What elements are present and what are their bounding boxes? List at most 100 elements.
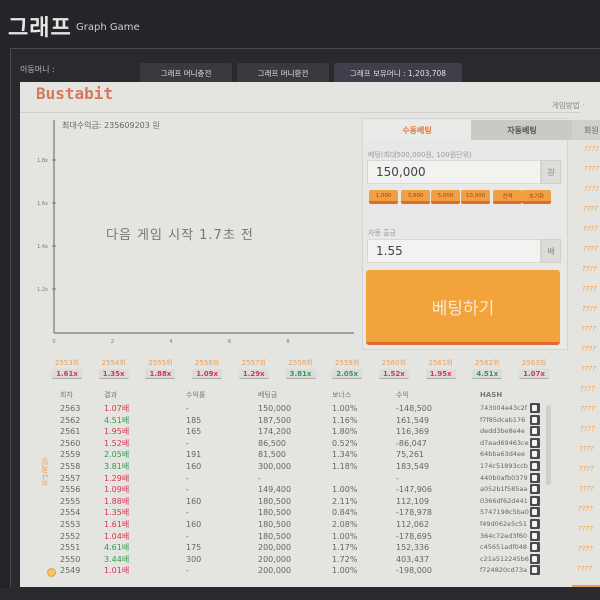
charge-money-tab[interactable]: 그래프 머니충전 [140,63,232,83]
copy-hash-icon[interactable] [530,426,540,437]
member-item: ???? [583,225,598,233]
exchange-money-tab[interactable]: 그래프 머니환전 [237,63,329,83]
copy-hash-icon[interactable] [530,437,540,448]
history-row: 2556 1.09배 - 149,400 1.00% -147,906 a052b1f585… [36,484,558,495]
cell-rate: 160 [186,520,202,529]
quick-bet-3000[interactable]: 3,000 [401,190,430,204]
member-item: ???? [582,285,597,293]
chip-round: 2555회 [148,359,173,367]
history-row: 2560 1.52배 - 86,500 0.52% -86,047 d7ead69463ce [36,437,558,449]
cell-result: 1.52배 [104,438,130,448]
quick-bet-reset[interactable]: 초기화 [522,190,551,204]
recent-round-chip[interactable]: 2554회 1.35x [97,358,131,380]
recent-round-chip[interactable]: 2556회 1.09x [190,358,224,380]
copy-hash-icon[interactable] [530,565,540,576]
x-tick-label: 0 [52,339,55,345]
cell-hash: 5747198c5ba0 [480,508,529,517]
history-scrollbar[interactable] [546,405,551,485]
recent-round-chip[interactable]: 2555회 1.88x [143,358,177,380]
quick-bet-all[interactable]: 전액 [493,190,522,204]
recent-round-chip[interactable]: 2560회 1.52x [377,358,411,380]
history-row: 2554 1.35배 - 180,500 0.84% -178,978 5747198c5b… [36,507,558,518]
col-bet: 베팅금 [258,391,278,399]
copy-hash-icon[interactable] [530,530,540,541]
chip-round: 2561회 [428,359,453,367]
cell-rate: 175 [186,543,202,553]
cell-round: 2561 [60,427,81,437]
copy-hash-icon[interactable] [530,519,540,529]
balance-tab[interactable]: 그래프 보유머니 : 1,203,708 [334,63,462,83]
copy-hash-icon[interactable] [530,449,540,460]
bet-amount-input[interactable]: 150,000 [367,160,541,184]
recent-round-chip[interactable]: 2557회 1.29x [237,358,271,380]
cell-hash: a052b1f585aa [480,485,528,494]
copy-hash-icon[interactable] [530,484,540,495]
cell-bet: 174,200 [258,427,292,437]
member-item: ???? [584,145,599,153]
cell-rate: - [186,508,189,518]
cell-bet: 300,000 [258,462,292,471]
bottom-edge [0,588,600,600]
top-bar: 그래프 Graph Game [0,0,600,42]
y-tick-label: 1.4x [37,244,48,250]
cell-result: 3.81배 [104,462,130,471]
auto-cashout-input[interactable]: 1.55 [367,239,541,263]
copy-hash-icon[interactable] [530,507,540,518]
cell-rate: 165 [186,427,202,437]
cell-hash: 364c72ed3f60 [480,531,528,540]
place-bet-button[interactable]: 베팅하기 [366,270,560,345]
member-item: ???? [578,545,593,553]
app-title: 그래프 [8,16,72,41]
col-result: 결과 [104,391,117,399]
cell-bonus: 0.52% [332,438,358,448]
member-item: ???? [582,305,597,313]
quick-bet-5000[interactable]: 5,000 [431,190,460,204]
copy-hash-icon[interactable] [530,542,540,553]
cell-hash: c45651adf048 [480,543,528,552]
copy-hash-icon[interactable] [530,472,540,483]
cell-rate: - [186,531,189,541]
cell-result: 4.51배 [104,415,130,425]
cell-hash: f7f85dcab176 [480,415,526,424]
tab-manual-bet[interactable]: 수동베팅 [363,120,471,140]
settings-icon[interactable] [47,568,56,577]
copy-hash-icon[interactable] [530,403,540,413]
cell-bet: 149,400 [258,485,292,495]
copy-hash-icon[interactable] [530,461,540,471]
recent-round-chip[interactable]: 2563회 1.07x [517,358,551,380]
member-item: ???? [580,385,595,393]
cell-round: 2557 [60,473,81,483]
cell-bet: 180,500 [258,520,292,529]
cell-profit: -147,906 [396,485,432,495]
recent-round-chip[interactable]: 2561회 1.95x [424,358,458,380]
x-tick-label: 6 [228,339,231,345]
cell-profit: - [396,473,399,483]
recent-round-chip[interactable]: 2562회 4.51x [470,358,504,380]
copy-hash-icon[interactable] [530,553,540,564]
cell-rate: - [186,438,189,448]
cell-bet: 180,500 [258,531,292,541]
history-row: 2553 1.61배 160 180,500 2.08% 112,062 f49d062e5… [36,519,558,530]
copy-hash-icon[interactable] [530,414,540,425]
member-item: ???? [579,485,594,493]
chip-multiplier: 1.09x [192,369,223,379]
quick-bet-10000[interactable]: 10,000 [461,190,490,204]
chip-round: 2559회 [335,359,360,367]
col-round: 회차 [60,391,73,399]
how-to-play-link[interactable]: 게임방법 · [552,100,584,111]
quick-bet-1000[interactable]: 1,000 [369,190,398,204]
chip-multiplier: 3.81x [285,369,316,379]
tab-auto-bet[interactable]: 자동베팅 [471,120,573,140]
recent-round-chip[interactable]: 2559회 2.05x [330,358,364,380]
chip-round: 2560회 [381,359,407,367]
recent-round-chip[interactable]: 2553회 1.61x [50,358,84,380]
member-item: ???? [577,565,592,573]
cell-round: 2549 [60,566,81,576]
y-tick-label: 1.6x [37,201,48,207]
copy-hash-icon[interactable] [530,495,540,506]
cell-round: 2552 [60,531,81,541]
cell-bet: 81,500 [258,450,286,460]
chip-multiplier: 1.07x [519,369,549,379]
recent-round-chip[interactable]: 2558회 3.81x [284,358,318,380]
auto-cashout-label: 자동 출금 [368,229,396,237]
